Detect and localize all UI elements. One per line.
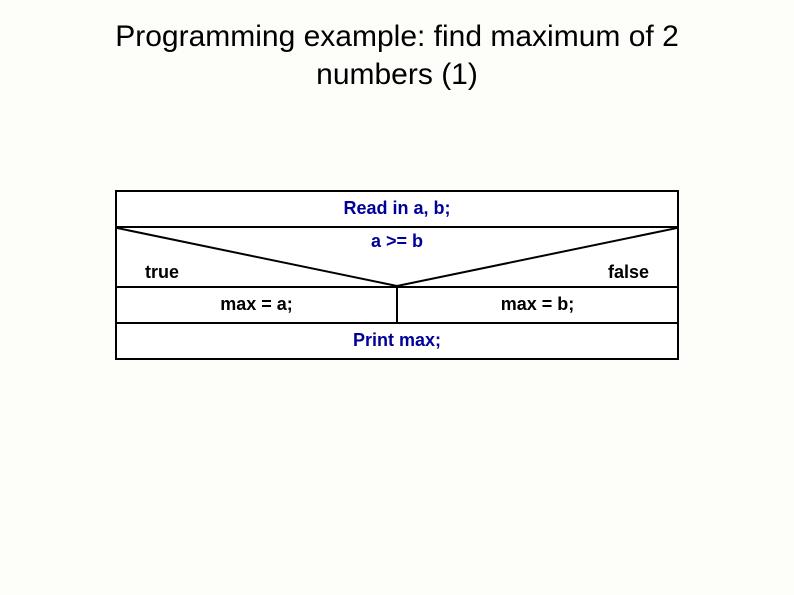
false-branch: max = b; — [396, 286, 679, 324]
true-branch: max = a; — [115, 286, 398, 324]
false-label: false — [608, 262, 649, 283]
nsd-diagram: Read in a, b; a >= b true false max = a;… — [115, 190, 679, 360]
condition-step: a >= b true false — [115, 226, 679, 288]
read-step: Read in a, b; — [115, 190, 679, 228]
print-step: Print max; — [115, 322, 679, 360]
title-line-2: numbers (1) — [316, 58, 478, 91]
false-branch-label: max = b; — [398, 288, 677, 322]
condition-label: a >= b — [117, 231, 677, 252]
true-branch-label: max = a; — [117, 288, 396, 322]
branches: max = a; max = b; — [115, 286, 679, 324]
true-label: true — [145, 262, 179, 283]
slide: Programming example: find maximum of 2 n… — [0, 0, 794, 595]
read-step-label: Read in a, b; — [117, 192, 677, 226]
print-step-label: Print max; — [117, 324, 677, 358]
slide-title: Programming example: find maximum of 2 n… — [0, 18, 794, 93]
title-line-1: Programming example: find maximum of 2 — [115, 20, 679, 53]
